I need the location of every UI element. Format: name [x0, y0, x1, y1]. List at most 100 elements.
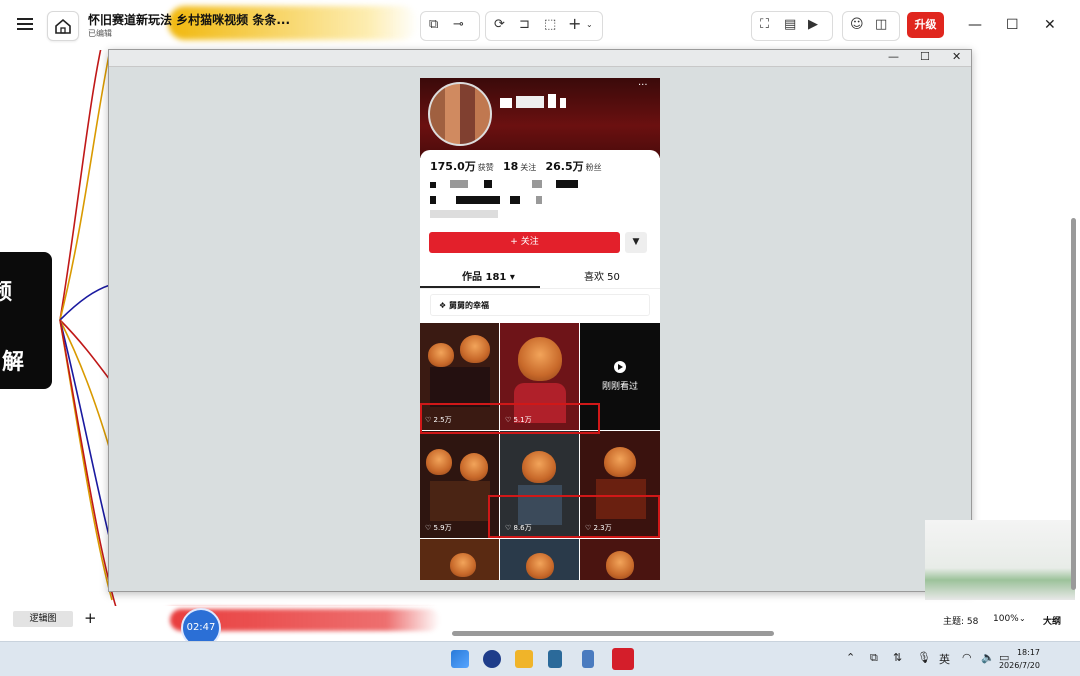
tab-divider — [420, 288, 660, 289]
collection-chip[interactable]: ❖ 舅舅的幸福 — [430, 294, 650, 316]
redacted-bio — [430, 182, 436, 188]
redacted-bio — [536, 196, 542, 204]
notepad-icon[interactable] — [548, 650, 562, 668]
tab-works[interactable]: 作品 181 ▾ — [462, 268, 515, 283]
clock-time: 18:17 — [1016, 648, 1040, 657]
summary-icon[interactable]: ⊐ — [519, 17, 530, 32]
profile-stats: 175.0万 获赞 18 关注 26.5万 粉丝 — [430, 158, 608, 174]
pixelated-name — [560, 98, 566, 108]
browser-icon[interactable] — [483, 650, 501, 668]
follow-button[interactable]: + 关注 — [429, 232, 620, 253]
windows-taskbar: ⌃ ⧉ ⇅ 🎙 英 ◠ 🔈 ▭ 18:17 2026/7/20 — [0, 641, 1080, 676]
redacted-bio — [556, 180, 578, 188]
vertical-scrollbar[interactable] — [1071, 218, 1076, 590]
pixelated-name — [500, 98, 512, 108]
video-thumbnail[interactable] — [580, 539, 660, 580]
zoom-chevron-icon[interactable]: ⌄ — [1019, 614, 1026, 623]
root-node-text-1: 频 — [0, 280, 13, 305]
sync-icon[interactable]: ⇅ — [893, 651, 902, 664]
float-close-icon[interactable]: ✕ — [952, 50, 961, 63]
following-label: 关注 — [520, 163, 537, 172]
microphone-icon[interactable]: 🎙 — [917, 651, 931, 664]
fans-label: 粉丝 — [585, 163, 602, 172]
cat-figure — [522, 451, 556, 483]
top-toolbar: 怀旧赛道新玩法 乡村猫咪视频 条条... 已编辑 ⧉ ⊸ ⟳ ⊐ ⬚ + ⌄ ⛶… — [0, 0, 1080, 50]
avatar — [428, 82, 492, 146]
emoji-icon[interactable]: ☺ — [850, 17, 864, 32]
horizontal-scrollbar[interactable] — [452, 631, 774, 636]
boundary-icon[interactable]: ⬚ — [544, 17, 556, 32]
recently-viewed-label: 刚刚看过 — [602, 382, 639, 392]
redacted-bio — [484, 180, 492, 188]
structure-group: ⟳ ⊐ ⬚ + ⌄ — [485, 11, 603, 41]
chevron-down-icon[interactable]: ⌄ — [586, 20, 593, 29]
redacted-bio — [510, 196, 520, 204]
mindmap-root-node[interactable]: 频 解 — [0, 252, 52, 389]
home-button[interactable] — [47, 11, 79, 41]
zoom-level[interactable]: 100% — [993, 614, 1019, 624]
profile-header: ··· — [420, 78, 660, 158]
redacted-tag — [430, 210, 498, 218]
home-icon — [55, 18, 71, 34]
insert-sibling-icon[interactable]: ⧉ — [429, 17, 438, 32]
upgrade-button[interactable]: 升级 — [907, 12, 944, 38]
fullscreen-icon[interactable]: ⛶ — [760, 17, 769, 32]
insert-node-group: ⧉ ⊸ — [420, 11, 480, 41]
minimize-icon[interactable]: — — [968, 17, 982, 33]
wifi-icon[interactable]: ◠ — [962, 651, 972, 664]
cat-figure — [526, 553, 554, 579]
cat-figure — [604, 447, 636, 477]
tray-chevron-icon[interactable]: ⌃ — [846, 651, 855, 664]
phone-link-icon[interactable] — [582, 650, 594, 668]
thumbnail-scene — [430, 481, 490, 521]
float-maximize-icon[interactable]: ☐ — [920, 50, 930, 63]
insert-child-icon[interactable]: ⊸ — [453, 17, 464, 32]
cat-figure — [606, 551, 634, 579]
redacted-bio — [532, 180, 542, 188]
cat-figure — [518, 337, 562, 381]
outline-button[interactable]: 大纲 — [1043, 614, 1061, 627]
start-icon[interactable] — [451, 650, 469, 668]
more-icon[interactable]: ··· — [638, 80, 648, 91]
blurred-region — [925, 520, 1075, 600]
outline-view-icon[interactable]: ▤ — [784, 17, 796, 32]
menu-icon[interactable] — [14, 13, 36, 35]
cat-figure — [426, 449, 452, 475]
document-title: 怀旧赛道新玩法 乡村猫咪视频 条条... — [88, 13, 291, 27]
cat-figure — [450, 553, 476, 577]
annotation-box — [488, 495, 660, 538]
folder-icon[interactable] — [515, 650, 533, 668]
pixelated-name — [516, 96, 544, 108]
add-icon[interactable]: + — [568, 14, 581, 33]
redacted-bio — [450, 180, 468, 188]
present-icon[interactable]: ▶ — [808, 17, 818, 32]
video-grid: ♡ 2.5万 ♡ 5.1万 刚刚看过 ♡ 5.9万 ♡ 8.6万 ♡ 2.3万 — [420, 323, 660, 580]
add-sheet-button[interactable]: + — [84, 609, 97, 627]
undo-arc-icon[interactable]: ⟳ — [494, 17, 505, 32]
pixelated-name — [548, 94, 556, 108]
clipboard-icon[interactable]: ⧉ — [870, 651, 878, 665]
panel-group: ☺ ◫ — [842, 11, 900, 41]
float-titlebar[interactable]: — ☐ ✕ — [109, 50, 971, 67]
likes-count: 175.0万 — [430, 160, 476, 173]
edit-status: 已编辑 — [88, 29, 112, 38]
view-group: ⛶ ▤ ▶ — [751, 11, 833, 41]
system-clock[interactable]: 18:17 2026/7/20 — [999, 646, 1040, 672]
filter-button[interactable]: ▼ — [625, 232, 647, 253]
redacted-bio — [430, 196, 436, 204]
maximize-icon[interactable]: ☐ — [1006, 17, 1019, 33]
float-minimize-icon[interactable]: — — [888, 50, 899, 63]
following-count: 18 — [502, 160, 519, 173]
play-icon — [614, 361, 626, 373]
video-thumbnail[interactable] — [420, 539, 499, 580]
ime-indicator[interactable]: 英 — [939, 651, 950, 667]
side-panel-icon[interactable]: ◫ — [875, 17, 887, 32]
likes-label: 获赞 — [477, 163, 494, 172]
close-icon[interactable]: ✕ — [1044, 17, 1056, 33]
sheet-tab-logic[interactable]: 逻辑图 — [13, 611, 73, 627]
mindmap-app-icon[interactable] — [612, 648, 634, 670]
redacted-bio — [456, 196, 500, 204]
video-thumbnail[interactable] — [500, 539, 579, 580]
tab-likes[interactable]: 喜欢 50 — [584, 268, 620, 283]
volume-icon[interactable]: 🔈 — [981, 651, 995, 664]
